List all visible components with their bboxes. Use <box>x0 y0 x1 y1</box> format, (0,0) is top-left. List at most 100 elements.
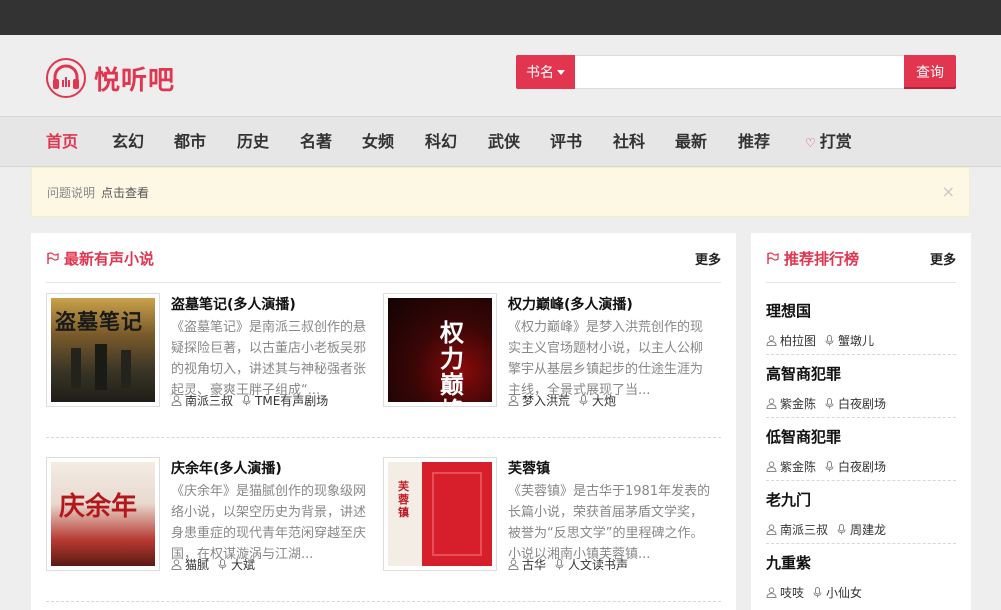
book-title[interactable]: 芙蓉镇 <box>508 458 550 478</box>
book-meta: 梦入洪荒 大炮 <box>508 392 616 409</box>
browser-top-bar <box>0 0 1001 35</box>
microphone-icon <box>579 395 588 406</box>
person-icon <box>766 461 777 472</box>
ranking-author[interactable]: 吱吱 <box>780 584 804 601</box>
ranking-meta: 柏拉图 蟹墩儿 <box>766 332 874 349</box>
book-author[interactable]: 猫腻 <box>185 556 209 573</box>
book-card[interactable]: 芙蓉镇 芙蓉镇 《芙蓉镇》是古华于1981年发表的长篇小说，荣获首届茅盾文学奖，… <box>383 457 713 572</box>
divider <box>766 480 956 481</box>
book-cover[interactable]: 芙蓉镇 <box>383 457 497 571</box>
person-icon <box>766 335 777 346</box>
site-logo[interactable]: 悦听吧 <box>46 58 175 98</box>
ranking-meta: 紫金陈 白夜剧场 <box>766 395 886 412</box>
ranking-author[interactable]: 紫金陈 <box>780 458 816 475</box>
ranking-narrator[interactable]: 蟹墩儿 <box>838 332 874 349</box>
ranking-title[interactable]: 老九门 <box>766 489 811 510</box>
caret-down-icon <box>557 69 565 75</box>
nav-item-tip[interactable]: ♡ 打赏 <box>805 132 852 153</box>
person-icon <box>766 587 777 598</box>
ranking-title[interactable]: 九重紫 <box>766 552 811 573</box>
nav-item-tuijian[interactable]: 推荐 <box>738 132 770 152</box>
book-meta: 猫腻 大斌 <box>171 556 255 573</box>
person-icon <box>508 559 519 570</box>
person-icon <box>766 398 777 409</box>
ranking-narrator[interactable]: 白夜剧场 <box>838 458 886 475</box>
book-cover[interactable]: 权力巅峰 <box>383 293 497 407</box>
ranking-title[interactable]: 高智商犯罪 <box>766 363 841 384</box>
nav-item-xuanhuan[interactable]: 玄幻 <box>112 132 144 152</box>
book-card[interactable]: 盗墓笔记 盗墓笔记(多人演播) 《盗墓笔记》是南派三叔创作的悬疑探险巨著，以古董… <box>46 293 376 408</box>
divider <box>46 282 721 283</box>
divider <box>766 543 956 544</box>
ranking-item[interactable]: 高智商犯罪 紫金陈 白夜剧场 <box>766 363 956 425</box>
divider <box>766 282 956 283</box>
microphone-icon <box>825 398 834 409</box>
cover-art: 芙蓉镇 <box>388 462 492 566</box>
person-icon <box>766 524 777 535</box>
ranking-item[interactable]: 低智商犯罪 紫金陈 白夜剧场 <box>766 426 956 488</box>
ranking-item[interactable]: 理想国 柏拉图 蟹墩儿 <box>766 300 956 362</box>
book-cover[interactable]: 盗墓笔记 <box>46 293 160 407</box>
microphone-icon <box>825 461 834 472</box>
microphone-icon <box>825 335 834 346</box>
ranking-narrator[interactable]: 小仙女 <box>826 584 862 601</box>
book-title[interactable]: 庆余年(多人演播) <box>171 458 282 478</box>
ranking-author[interactable]: 南派三叔 <box>780 521 828 538</box>
book-narrator[interactable]: 大斌 <box>231 556 255 573</box>
search-input[interactable] <box>575 55 904 89</box>
cover-title: 盗墓笔记 <box>55 309 143 334</box>
flag-icon <box>767 252 779 264</box>
book-card[interactable]: 庆余年 庆余年(多人演播) 《庆余年》是猫腻创作的现象级网络小说，以架空历史为背… <box>46 457 376 572</box>
latest-more-link[interactable]: 更多 <box>695 249 721 268</box>
nav-item-pingshu[interactable]: 评书 <box>550 132 582 152</box>
nav-tip-label: 打赏 <box>819 132 852 151</box>
person-icon <box>171 395 182 406</box>
book-card[interactable]: 权力巅峰 权力巅峰(多人演播) 《权力巅峰》是梦入洪荒创作的现实主义官场题材小说… <box>383 293 713 408</box>
ranking-narrator[interactable]: 白夜剧场 <box>838 395 886 412</box>
ranking-narrator[interactable]: 周建龙 <box>850 521 886 538</box>
book-cover[interactable]: 庆余年 <box>46 457 160 571</box>
ranking-title[interactable]: 理想国 <box>766 300 811 321</box>
person-icon <box>171 559 182 570</box>
book-title[interactable]: 权力巅峰(多人演播) <box>508 294 633 314</box>
divider <box>766 354 956 355</box>
notice-text: 问题说明 <box>47 186 96 200</box>
ranking-item[interactable]: 老九门 南派三叔 周建龙 <box>766 489 956 551</box>
close-icon[interactable]: × <box>942 182 955 201</box>
ranking-title[interactable]: 低智商犯罪 <box>766 426 841 447</box>
book-author[interactable]: 梦入洪荒 <box>522 392 570 409</box>
nav-item-lishi[interactable]: 历史 <box>237 132 269 152</box>
nav-item-kehuan[interactable]: 科幻 <box>425 132 457 152</box>
book-title[interactable]: 盗墓笔记(多人演播) <box>171 294 296 314</box>
latest-panel-header: 最新有声小说 <box>46 248 154 269</box>
search-category-dropdown[interactable]: 书名 <box>516 55 575 89</box>
ranking-author[interactable]: 柏拉图 <box>780 332 816 349</box>
cover-figure <box>71 348 81 388</box>
notice-link[interactable]: 点击查看 <box>101 186 149 200</box>
ranking-meta: 吱吱 小仙女 <box>766 584 862 601</box>
search-category-label: 书名 <box>526 65 554 81</box>
book-description: 《芙蓉镇》是古华于1981年发表的长篇小说，荣获首届茅盾文学奖，被誉为“反思文学… <box>508 484 711 562</box>
ranking-item[interactable]: 九重紫 吱吱 小仙女 <box>766 552 956 610</box>
ranking-author[interactable]: 紫金陈 <box>780 395 816 412</box>
nav-item-nvpin[interactable]: 女频 <box>362 132 394 152</box>
search-button[interactable]: 查询 <box>904 55 956 89</box>
cover-art: 权力巅峰 <box>388 298 492 402</box>
divider <box>766 417 956 418</box>
book-narrator[interactable]: 人文读书声 <box>568 556 628 573</box>
ranking-panel: 推荐排行榜 更多 理想国 柏拉图 蟹墩儿 高智商犯罪 紫金陈 白夜剧场 低智商犯… <box>751 233 971 610</box>
ranking-meta: 紫金陈 白夜剧场 <box>766 458 886 475</box>
book-narrator[interactable]: 大炮 <box>592 392 616 409</box>
microphone-icon <box>555 559 564 570</box>
nav-item-mingzhu[interactable]: 名著 <box>300 132 332 152</box>
nav-item-home[interactable]: 首页 <box>46 132 78 152</box>
nav-item-zuixin[interactable]: 最新 <box>675 132 707 152</box>
ranking-more-link[interactable]: 更多 <box>930 249 956 268</box>
nav-item-sheke[interactable]: 社科 <box>613 132 645 152</box>
book-meta: 南派三叔 TME有声剧场 <box>171 392 328 409</box>
book-narrator[interactable]: TME有声剧场 <box>255 392 328 409</box>
book-author[interactable]: 南派三叔 <box>185 392 233 409</box>
nav-item-wuxia[interactable]: 武侠 <box>488 132 520 152</box>
book-author[interactable]: 古华 <box>522 556 546 573</box>
nav-item-dushi[interactable]: 都市 <box>174 132 206 152</box>
